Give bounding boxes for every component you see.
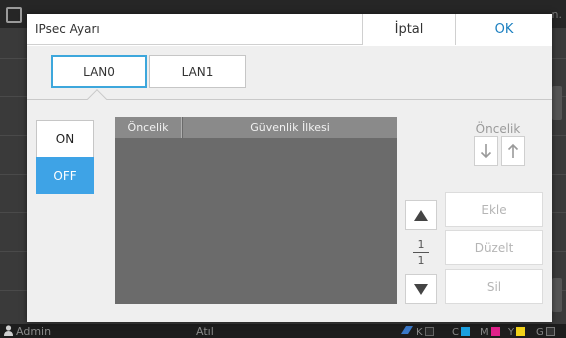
triangle-up-icon [414,209,428,221]
status-user-name: Admin [16,325,52,338]
add-button[interactable]: Ekle [445,192,543,227]
ink-g: G [536,327,555,338]
ink-m: M [480,327,500,338]
background-side-button [552,278,562,312]
column-header-priority: Öncelik [115,117,182,138]
arrow-down-icon [480,144,492,159]
ipsec-dialog: IPsec Ayarı İptal OK LAN0 LAN1 ON OFF Ön… [27,14,552,322]
off-toggle-button[interactable]: OFF [36,157,94,194]
column-header-security-policy: Güvenlik İlkesi [183,117,397,138]
user-icon [4,325,13,336]
ink-c: C [452,327,470,338]
edit-button[interactable]: Düzelt [445,230,543,265]
delete-button[interactable]: Sil [445,269,543,304]
home-icon [6,7,22,23]
cancel-button[interactable]: İptal [362,14,455,45]
lan-tab-bar: LAN0 LAN1 [27,46,552,100]
ok-button[interactable]: OK [455,14,552,45]
ink-level-icon [400,325,414,338]
tab-lan1[interactable]: LAN1 [149,55,246,88]
triangle-down-icon [414,283,428,295]
priority-down-button[interactable] [474,136,498,166]
security-policy-table: Öncelik Güvenlik İlkesi [115,117,397,304]
ink-k: K [416,327,434,338]
ink-y: Y [508,327,526,338]
tab-lan0[interactable]: LAN0 [51,55,147,88]
status-bar: Admin Atıl K C M Y G [0,324,566,338]
dialog-title: IPsec Ayarı [35,22,100,36]
priority-label: Öncelik [475,122,521,136]
page-divider [413,252,429,253]
page-current: 1 [417,238,425,251]
table-body[interactable] [115,139,397,304]
page-total: 1 [417,254,425,267]
dialog-header: IPsec Ayarı İptal OK [27,14,552,45]
background-top-right-text: n. [551,8,562,21]
page-up-button[interactable] [405,200,437,230]
page-down-button[interactable] [405,274,437,304]
arrow-up-icon [507,143,519,158]
background-side-button [552,86,562,120]
on-toggle-button[interactable]: ON [36,120,94,157]
status-mode: Atıl [196,325,214,338]
priority-up-button[interactable] [501,136,525,166]
